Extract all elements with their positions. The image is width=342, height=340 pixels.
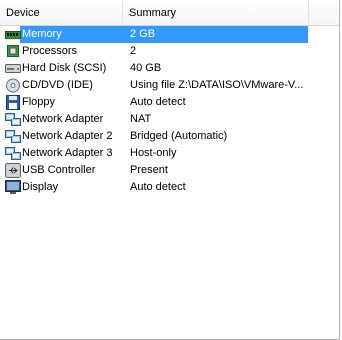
device-row-processors[interactable]: Processors 2: [0, 43, 339, 60]
device-row-memory[interactable]: Memory 2 GB: [0, 26, 339, 43]
device-name: Processors: [22, 45, 78, 57]
device-name: Display: [22, 181, 59, 193]
device-row-network-adapter-2[interactable]: Network Adapter 2 Bridged (Automatic): [0, 128, 339, 145]
device-summary: NAT: [130, 113, 152, 125]
column-header-summary[interactable]: Summary: [123, 0, 309, 25]
device-row-cd-dvd[interactable]: CD/DVD (IDE) Using file Z:\DATA\ISO\VMwa…: [0, 77, 339, 94]
column-header-device[interactable]: Device: [0, 0, 123, 25]
device-summary: Bridged (Automatic): [130, 130, 228, 142]
device-name: CD/DVD (IDE): [22, 79, 93, 91]
device-summary: 2: [130, 45, 137, 57]
device-summary: Using file Z:\DATA\ISO\VMware-V...: [130, 79, 304, 91]
device-summary: Auto detect: [130, 96, 186, 108]
hard-disk-icon: [5, 61, 21, 76]
processor-icon: [5, 44, 21, 59]
network-adapter-icon: [5, 129, 21, 144]
device-row-network-adapter-3[interactable]: Network Adapter 3 Host-only: [0, 145, 339, 162]
device-name: Network Adapter 2: [22, 130, 113, 142]
network-adapter-icon: [5, 112, 21, 127]
device-name: Floppy: [22, 96, 56, 108]
device-name: Hard Disk (SCSI): [22, 62, 107, 74]
device-name: Memory: [22, 28, 62, 40]
device-summary: Auto detect: [130, 181, 186, 193]
device-row-display[interactable]: Display Auto detect: [0, 179, 339, 196]
device-list: Memory 2 GB Processors 2 Hard Disk (SCSI…: [0, 26, 339, 196]
device-name: Network Adapter: [22, 113, 104, 125]
device-summary: 40 GB: [130, 62, 162, 74]
display-icon: [5, 180, 21, 195]
device-row-hard-disk[interactable]: Hard Disk (SCSI) 40 GB: [0, 60, 339, 77]
list-header: Device Summary: [0, 0, 339, 26]
device-summary: Host-only: [130, 147, 177, 159]
device-row-usb-controller[interactable]: USB Controller Present: [0, 162, 339, 179]
device-name: Network Adapter 3: [22, 147, 113, 159]
device-list-panel: Device Summary Memory 2 GB Processors 2 …: [0, 0, 340, 340]
memory-icon: [5, 27, 21, 42]
device-name: USB Controller: [22, 164, 96, 176]
floppy-icon: [5, 95, 21, 110]
device-row-network-adapter[interactable]: Network Adapter NAT: [0, 111, 339, 128]
cd-dvd-icon: [5, 78, 21, 93]
network-adapter-icon: [5, 146, 21, 161]
device-summary: 2 GB: [130, 28, 156, 40]
usb-controller-icon: [5, 163, 21, 178]
device-summary: Present: [130, 164, 168, 176]
device-row-floppy[interactable]: Floppy Auto detect: [0, 94, 339, 111]
